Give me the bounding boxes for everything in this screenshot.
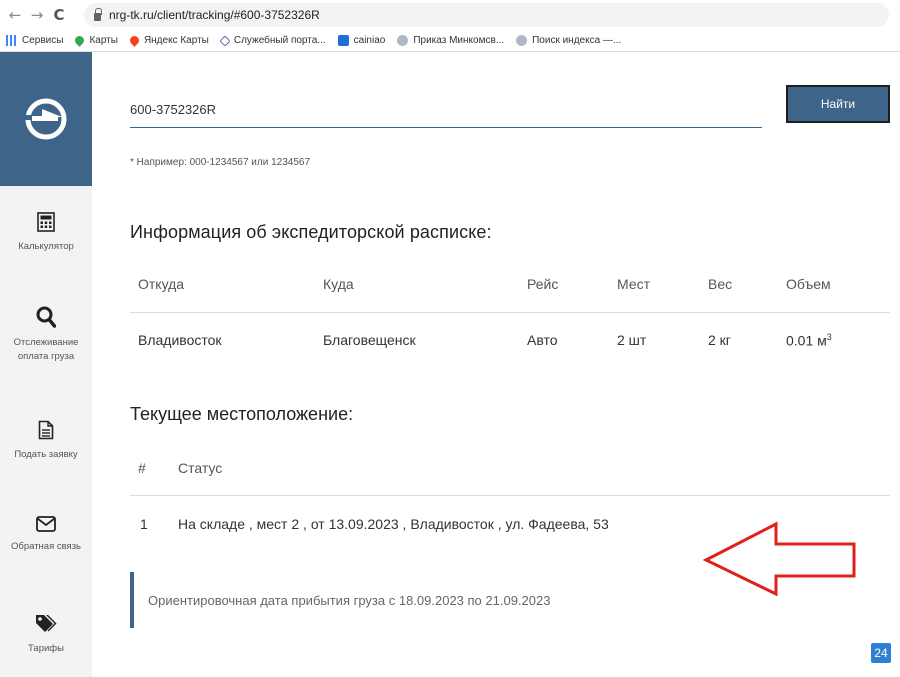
sidebar-item-tariffs[interactable]: Тарифы — [0, 614, 92, 656]
emblem-icon — [397, 35, 409, 46]
volume-value: 0.01 м — [786, 332, 827, 349]
status-row-number: 1 — [140, 516, 148, 532]
column-header-from: Откуда — [138, 276, 185, 292]
cell-trip: Авто — [527, 332, 558, 348]
arrival-note-text: Ориентировочная дата прибытия груза с 18… — [148, 593, 551, 608]
column-header-volume: Объем — [786, 276, 831, 292]
calculator-icon — [37, 212, 55, 232]
location-heading: Текущее местоположение: — [130, 404, 354, 424]
company-logo-icon — [24, 98, 67, 140]
column-header-status: Статус — [178, 460, 223, 476]
bookmark-yandex-maps[interactable]: Яндекс Карты — [128, 34, 209, 47]
cainiao-icon — [337, 35, 349, 46]
tracking-number-input[interactable] — [130, 92, 762, 128]
cell-weight: 2 кг — [708, 332, 731, 348]
cube-icon — [219, 34, 231, 47]
document-icon — [38, 420, 54, 440]
emblem-icon — [516, 35, 528, 46]
find-button[interactable]: Найти — [786, 85, 890, 123]
back-arrow-icon[interactable]: ← — [4, 6, 26, 24]
search-icon — [36, 306, 56, 328]
bookmark-cainiao[interactable]: cainiao — [337, 35, 385, 46]
sidebar-item-label: оплата груза — [17, 351, 75, 362]
column-header-number: # — [138, 460, 146, 476]
sidebar-item-request[interactable]: Подать заявку — [0, 420, 92, 462]
tags-icon — [36, 615, 57, 632]
sidebar-item-calculator[interactable]: Калькулятор — [0, 212, 92, 254]
sidebar-item-feedback[interactable]: Обратная связь — [0, 516, 92, 554]
bookmark-portal[interactable]: Служебный порта... — [219, 34, 326, 47]
column-header-trip: Рейс — [527, 276, 559, 292]
yandex-pin-icon — [128, 34, 141, 47]
table-divider — [130, 495, 890, 496]
browser-address-bar: ← → C nrg-tk.ru/client/tracking/#600-375… — [0, 0, 900, 30]
column-header-weight: Вес — [708, 276, 733, 292]
chat-widget-badge[interactable]: 24 — [871, 643, 891, 663]
bookmark-maps[interactable]: Карты — [73, 34, 118, 47]
bookmark-postcode[interactable]: Поиск индекса —... — [516, 35, 621, 46]
bookmark-order[interactable]: Приказ Минкомсв... — [397, 35, 504, 46]
search-example-hint: * Например: 000-1234567 или 1234567 — [130, 157, 311, 168]
bookmark-services[interactable]: Сервисы — [6, 35, 63, 46]
reload-icon[interactable]: C — [48, 6, 70, 24]
envelope-icon — [36, 516, 56, 532]
volume-unit-exponent: 3 — [826, 332, 832, 342]
logo[interactable] — [0, 52, 92, 186]
cell-to: Благовещенск — [323, 332, 416, 348]
map-pin-icon — [73, 34, 87, 47]
forward-arrow-icon[interactable]: → — [26, 6, 48, 24]
table-divider — [130, 312, 890, 313]
lock-icon — [94, 7, 102, 21]
sidebar-item-tracking[interactable]: Отслеживание оплата груза — [0, 306, 92, 364]
sidebar-item-label: Обратная связь — [11, 541, 81, 552]
status-row-text: На складе , мест 2 , от 13.09.2023 , Вла… — [178, 516, 609, 532]
url-field[interactable]: nrg-tk.ru/client/tracking/#600-3752326R — [84, 3, 889, 27]
bookmarks-bar: Сервисы Карты Яндекс Карты Служебный пор… — [0, 30, 900, 52]
sidebar-item-label: Подать заявку — [14, 449, 78, 460]
column-header-to: Куда — [323, 276, 354, 292]
cell-from: Владивосток — [138, 332, 222, 348]
cell-volume: 0.01 м3 — [786, 332, 832, 349]
sidebar-item-label: Калькулятор — [18, 241, 74, 252]
sidebar-item-label: Тарифы — [28, 643, 64, 654]
url-text: nrg-tk.ru/client/tracking/#600-3752326R — [109, 8, 320, 22]
column-header-places: Мест — [617, 276, 651, 292]
sidebar-item-label: Отслеживание — [13, 337, 79, 348]
cell-places: 2 шт — [617, 332, 647, 348]
info-heading: Информация об экспедиторской расписке: — [130, 222, 492, 242]
sidebar: Калькулятор Отслеживание оплата груза По… — [0, 52, 92, 677]
apps-icon — [6, 35, 17, 46]
